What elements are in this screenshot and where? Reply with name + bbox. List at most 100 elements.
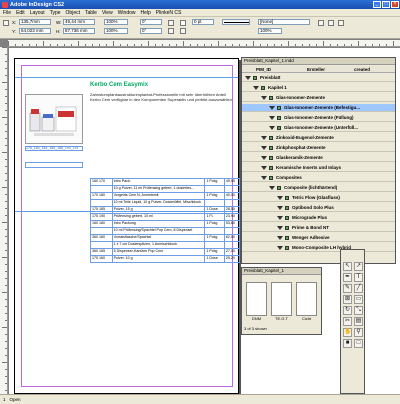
product-name-cell[interactable]: 10 ml Prüfensing/Spachtel Pop Cem, 8 Dis… xyxy=(111,227,206,235)
article-number-cell[interactable]: 170 180 xyxy=(90,192,113,200)
table-row[interactable]: 170 180 Vorgelds Cem N, Anmetsmit 1 Pckg 40… xyxy=(90,192,241,200)
disclosure-triangle-icon[interactable] xyxy=(277,216,283,220)
fill-icon[interactable]: ■ xyxy=(343,339,352,348)
unit-cell[interactable]: 1 Pckg xyxy=(204,234,225,242)
table-row[interactable]: 160 180 Intro Packung 1 Pckg 53,60 xyxy=(90,220,241,228)
document-page[interactable]: Kerbo Cem Easymix Zahnstumpfanbaustruktu… xyxy=(14,58,241,394)
product-name-cell[interactable]: Vorgelds Cem N, Anmetsmit xyxy=(111,192,206,200)
frame-fitting-icon[interactable] xyxy=(328,20,334,26)
library-panel-title[interactable]: Preisblatt_Kapitel_1 xyxy=(242,268,321,275)
unit-cell[interactable]: 1 Pckg xyxy=(204,220,225,228)
y-field[interactable]: 64,023 mm xyxy=(19,28,51,34)
unit-cell[interactable]: 1 Dose xyxy=(204,206,225,214)
arrow-icon[interactable]: ↖ xyxy=(343,262,352,271)
structure-tree-item[interactable]: Zinkphosphat-Zemente xyxy=(242,144,395,152)
article-number-cell[interactable] xyxy=(90,199,113,207)
rect-frame-icon[interactable]: ⊠ xyxy=(343,295,352,304)
rect-icon[interactable]: ▭ xyxy=(354,295,363,304)
horizontal-ruler[interactable] xyxy=(8,40,400,47)
close-button[interactable]: × xyxy=(391,1,399,8)
page-number[interactable]: 1 xyxy=(3,397,6,402)
empty-text-frame[interactable] xyxy=(25,162,83,168)
rotate-field[interactable]: 0° xyxy=(140,19,162,25)
structure-tree-item[interactable]: Keramische Inserts und Inlays xyxy=(242,164,395,172)
article-number-cell[interactable] xyxy=(90,185,113,193)
direct-select-icon[interactable]: ↗ xyxy=(354,262,363,271)
stroke-swatch-icon[interactable] xyxy=(180,28,186,34)
scale-y-field[interactable]: 100% xyxy=(104,28,128,34)
library-item-thumbnail[interactable] xyxy=(296,282,317,316)
disclosure-triangle-icon[interactable] xyxy=(277,226,283,230)
article-number-cell[interactable]: 175 190 xyxy=(90,213,113,221)
product-name-cell[interactable]: Pulver, 10 g xyxy=(111,255,206,263)
structure-tree-item[interactable]: Glaskeramik-Zemente xyxy=(242,154,395,162)
maximize-button[interactable]: □ xyxy=(382,1,390,8)
product-name-cell[interactable]: Prüfensing gebert, 10 ml xyxy=(111,213,206,221)
structure-tree-item[interactable]: Composites xyxy=(242,174,395,182)
table-row[interactable]: 10 g Pulver, 11 ml Prüfensing gebert, 1 … xyxy=(90,185,241,193)
price-cell[interactable]: 27,00 xyxy=(223,248,241,256)
column-creator[interactable]: Ersteller xyxy=(307,67,325,72)
menu-layout[interactable]: Layout xyxy=(30,10,45,16)
ruler-guide[interactable] xyxy=(15,77,238,78)
disclosure-triangle-icon[interactable] xyxy=(261,136,267,140)
price-cell[interactable]: 49,95 xyxy=(223,178,241,186)
structure-tree-item[interactable]: Zinkoxid-Eugenol-Zemente xyxy=(242,134,395,142)
menu-view[interactable]: View xyxy=(102,10,113,16)
product-name-cell[interactable]: Intro Pack: xyxy=(111,178,206,186)
structure-panel-title[interactable]: Preisblatt_Kapitel_1.indd xyxy=(242,58,395,65)
text-wrap-icon[interactable] xyxy=(318,20,324,26)
structure-tree-item[interactable]: Kapitel 1 xyxy=(242,84,395,92)
table-row[interactable]: 175 160 Pulver, 10 g1 Dose 25,20 xyxy=(90,255,241,263)
fill-swatch-icon[interactable] xyxy=(180,20,186,26)
menu-object[interactable]: Object xyxy=(66,10,80,16)
structure-tree-item[interactable]: Prime & Bond NT xyxy=(242,224,395,232)
article-number-cell[interactable]: 360 160 xyxy=(90,234,113,242)
price-cell[interactable]: 25,20 xyxy=(223,255,241,263)
vertical-ruler[interactable] xyxy=(0,47,8,394)
image-caption[interactable]: 175_183_184_185_188_190_191 xyxy=(25,146,83,151)
product-name-cell[interactable]: 10 ml Teile Liquid, 10 g Pulver, Dosierl… xyxy=(111,199,206,207)
scissors-icon[interactable]: ✂ xyxy=(343,317,352,326)
unit-cell[interactable] xyxy=(204,227,225,235)
disclosure-triangle-icon[interactable] xyxy=(261,146,267,150)
disclosure-triangle-icon[interactable] xyxy=(277,236,283,240)
structure-tree-item[interactable]: Composite (lichthärtend) xyxy=(242,184,395,192)
column-created[interactable]: created xyxy=(354,67,370,72)
scale-x-field[interactable]: 100% xyxy=(104,19,128,25)
disclosure-triangle-icon[interactable] xyxy=(261,166,267,170)
price-cell[interactable]: 40,00 xyxy=(223,192,241,200)
disclosure-triangle-icon[interactable] xyxy=(261,176,267,180)
object-style-select[interactable]: [None] xyxy=(258,19,310,25)
price-cell[interactable] xyxy=(223,227,241,235)
structure-tree-item[interactable]: Optibond Solo Plus xyxy=(242,204,395,212)
product-name-cell[interactable]: 5 Dispenser-Kanülen Pop Cem xyxy=(111,248,206,256)
structure-tree-item[interactable]: Mono-Composite LH hybrid xyxy=(242,244,395,252)
disclosure-triangle-icon[interactable] xyxy=(277,246,283,250)
menu-plugin[interactable]: PlinkeN CS xyxy=(156,10,182,16)
align-icon[interactable] xyxy=(338,20,344,26)
structure-tree-item[interactable]: Glas-Ionomer-Zemente xyxy=(242,94,395,102)
product-description[interactable]: Zahnstumpfanbaustrukturimplantat-Profess… xyxy=(90,92,235,102)
price-cell[interactable] xyxy=(223,185,241,193)
unit-cell[interactable]: 1 Pckg xyxy=(204,248,225,256)
product-name-cell[interactable]: Vorratsflasche/Spachtel xyxy=(111,234,206,242)
disclosure-triangle-icon[interactable] xyxy=(261,96,267,100)
unit-cell[interactable] xyxy=(204,241,225,249)
price-cell[interactable] xyxy=(223,199,241,207)
article-number-cell[interactable]: 175 160 xyxy=(90,255,113,263)
stroke-type-select[interactable] xyxy=(222,19,250,25)
structure-tree-item[interactable]: Glas-Ionomer-Zemente (Befestigu... xyxy=(242,104,395,112)
table-row[interactable]: 1 x 7 cm Dosierspitzen, 1 Anmischblock xyxy=(90,241,241,249)
price-cell[interactable]: 28,50 xyxy=(223,206,241,214)
pencil-icon[interactable]: ✎ xyxy=(343,284,352,293)
product-photo[interactable] xyxy=(25,94,83,144)
stroke-icon[interactable]: □ xyxy=(354,339,363,348)
unit-cell[interactable]: 1 Pckg xyxy=(204,178,225,186)
disclosure-triangle-icon[interactable] xyxy=(277,196,283,200)
unit-cell[interactable] xyxy=(204,199,225,207)
table-row[interactable]: 160 170 Intro Pack: 1 Pckg 49,95 xyxy=(90,178,241,186)
flip-vertical-icon[interactable] xyxy=(168,28,174,34)
height-field[interactable]: 87,736 mm xyxy=(63,28,95,34)
table-row[interactable]: 10 ml Teile Liquid, 10 g Pulver, Dosierl… xyxy=(90,199,241,207)
